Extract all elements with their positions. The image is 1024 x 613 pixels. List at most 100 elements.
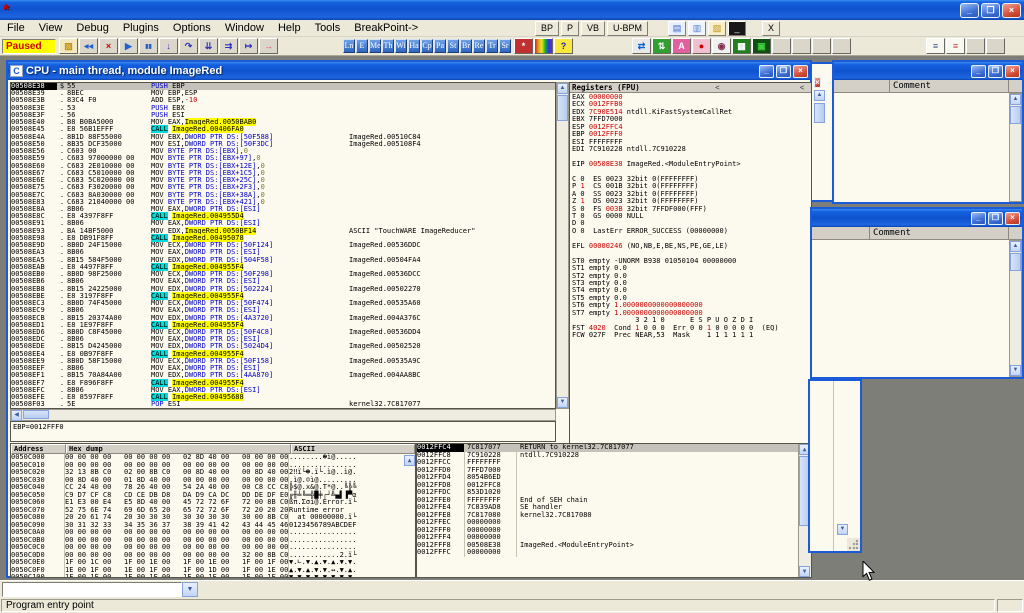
execute-till-return-icon[interactable]: ↦ [239, 38, 258, 54]
disasm-row[interactable]: 00508EE9.8B0D 58F15000MOV ECX,DWORD PTR … [11, 358, 555, 365]
copy-to-executable-icon[interactable]: ▤ [668, 21, 686, 36]
disasm-row[interactable]: 00508E83.C683 21040000 00MOV BYTE PTR DS… [11, 199, 555, 206]
disasm-row[interactable]: 00508ED6.8B0D C8F45000MOV ECX,DWORD PTR … [11, 329, 555, 336]
resize-grip[interactable] [847, 538, 860, 551]
menu-window[interactable]: Window [218, 21, 271, 35]
scroll-up-button[interactable]: ▲ [1010, 94, 1021, 105]
menu-breakpoint[interactable]: BreakPoint-> [347, 21, 425, 35]
goto-address-icon[interactable]: → [259, 38, 278, 54]
menu-help[interactable]: Help [271, 21, 308, 35]
minimize-button[interactable]: _ [971, 212, 986, 225]
run-icon[interactable]: ▶ [119, 38, 138, 54]
disasm-row[interactable]: 00508E9D.8B0D 24F15000MOV ECX,DWORD PTR … [11, 242, 555, 249]
cpu-maximize-button[interactable]: ❐ [776, 65, 791, 78]
scrollbar-thumb[interactable] [814, 103, 825, 123]
rainbow-icon[interactable] [534, 38, 553, 54]
pause-icon[interactable]: ▮▮ [139, 38, 158, 54]
toolbar-button-re[interactable]: Re [473, 39, 485, 53]
side-window-top-titlebar[interactable]: _ ❐ × [834, 62, 1022, 80]
open-file-icon[interactable]: ▨ [59, 38, 78, 54]
scrollbar-thumb[interactable] [557, 95, 568, 121]
menu-plugins[interactable]: Plugins [116, 21, 166, 35]
cpu-minimize-button[interactable]: _ [759, 65, 774, 78]
toolbar-button-sr[interactable]: Sr [499, 39, 511, 53]
register-line[interactable]: EIP 00508E38 ImageRed.<ModuleEntryPoint> [570, 161, 811, 168]
command-dropdown-button[interactable]: ▼ [182, 582, 198, 597]
gear-icon[interactable]: * [514, 38, 533, 54]
toolbar-button-me[interactable]: Me [369, 39, 381, 53]
register-line[interactable]: EFL 00000246 (NO,NB,E,BE,NS,PE,GE,LE) [570, 243, 811, 250]
registers-pane[interactable]: Registers (FPU) < < EAX 00000000ECX 0012… [569, 82, 812, 444]
register-line[interactable]: O 0 LastErr ERROR_SUCCESS (00000000) [570, 228, 811, 235]
scroll-down-button[interactable]: ▼ [837, 524, 848, 535]
column-header-comment[interactable]: Comment [870, 227, 1009, 239]
disasm-row[interactable]: 00508E8C.E8 4397F8FFCALL ImageRed.004955… [11, 213, 555, 220]
registers-next-button[interactable]: < [795, 83, 809, 92]
command-input[interactable] [2, 582, 182, 597]
console-icon[interactable]: _ [728, 21, 746, 36]
toolbar-button-br[interactable]: Br [460, 39, 472, 53]
menu-button-p[interactable]: P [561, 21, 579, 36]
close-program-icon[interactable]: × [99, 38, 118, 54]
toolbar-button-ha[interactable]: Ha [408, 39, 420, 53]
toolbar-button-tr[interactable]: Tr [486, 39, 498, 53]
disassembly-pane[interactable]: 00508E38$55PUSH EBP00508E39.8BECMOV EBP,… [10, 82, 556, 409]
scroll-up-button[interactable]: ▲ [814, 90, 825, 101]
menu-button-vb[interactable]: VB [581, 21, 605, 36]
register-line[interactable]: FCW 027F Prec NEAR,53 Mask 1 1 1 1 1 1 [570, 332, 811, 339]
cpu-titlebar[interactable]: C CPU - main thread, module ImageRed _ ❐… [8, 62, 810, 80]
disassembly-hscrollbar[interactable]: ◀ [10, 409, 556, 421]
open-folder-icon[interactable]: ▨ [708, 21, 726, 36]
maximize-button[interactable]: ❐ [988, 65, 1003, 78]
menu-close-button[interactable]: X [762, 21, 780, 36]
registers-prev-button[interactable]: < [710, 83, 724, 92]
record-icon[interactable]: ● [692, 38, 711, 54]
stack-pane[interactable]: 0012FFC47C817077RETURN to kernel32.7C817… [416, 443, 812, 578]
toolbar-button-th[interactable]: Th [382, 39, 394, 53]
maximize-button[interactable]: ❐ [988, 212, 1003, 225]
disasm-row[interactable]: 00508EFE.E8 8597F8FFCALL ImageRed.004956… [11, 394, 555, 401]
scroll-up-button[interactable]: ▲ [1010, 241, 1021, 252]
step-into-icon[interactable]: ↓ [159, 38, 178, 54]
hidden-window-close-button[interactable]: × [814, 77, 821, 88]
register-line[interactable]: T 0 GS 0000 NULL [570, 213, 811, 220]
toolbar-button-ln[interactable]: Ln [343, 39, 355, 53]
scrollbar-thumb[interactable] [1010, 253, 1021, 271]
patch-file-icon[interactable]: ▥ [688, 21, 706, 36]
scroll-down-button[interactable]: ▼ [1010, 365, 1021, 376]
scroll-down-button[interactable]: ▼ [799, 566, 810, 577]
restart-icon[interactable]: ◀◀ [79, 38, 98, 54]
register-line[interactable]: EDI 7C910228 ntdll.7C910228 [570, 146, 811, 153]
disasm-row[interactable]: 00508E38$55PUSH EBP [11, 83, 555, 90]
question-icon[interactable]: ? [554, 38, 573, 54]
disasm-row[interactable]: 00508E3E.53PUSH EBX [11, 105, 555, 112]
stack-row[interactable]: 0012FFFC00000000 [417, 549, 811, 557]
info-pane[interactable]: EBP=0012FFF0 [10, 421, 556, 442]
close-button[interactable]: × [1002, 3, 1021, 18]
dump-scroll-up-button[interactable]: ▲ [404, 455, 415, 466]
menu-button-bp[interactable]: BP [535, 21, 559, 36]
minimize-button[interactable]: _ [971, 65, 986, 78]
menu-debug[interactable]: Debug [69, 21, 115, 35]
grid-icon[interactable]: ▦ [732, 38, 751, 54]
step-over-icon[interactable]: ↷ [179, 38, 198, 54]
letter-a-icon[interactable]: A [672, 38, 691, 54]
screen-icon[interactable]: ▣ [752, 38, 771, 54]
restore-button[interactable]: ❐ [981, 3, 1000, 18]
disasm-row[interactable]: 00508E3B.83C4 F0ADD ESP,-10 [11, 97, 555, 104]
disasm-row[interactable]: 00508F03.5EPOP ESIkernel32.7C817077 [11, 401, 555, 408]
updown-icon[interactable]: ⇅ [652, 38, 671, 54]
scrollbar-thumb[interactable] [1010, 106, 1021, 124]
main-titlebar[interactable]: * _ ❐ × [0, 0, 1024, 20]
toolbar-button-cp[interactable]: Cp [421, 39, 433, 53]
menu-tools[interactable]: Tools [308, 21, 348, 35]
log-list-icon[interactable]: ≡ [926, 38, 945, 54]
close-button[interactable]: × [1005, 65, 1020, 78]
minimize-button[interactable]: _ [960, 3, 979, 18]
scroll-down-button[interactable]: ▼ [557, 397, 568, 408]
disasm-row[interactable]: 00508EC3.8B0D 74F45000MOV ECX,DWORD PTR … [11, 300, 555, 307]
animate-into-icon[interactable]: ⇊ [199, 38, 218, 54]
toolbar-button-st[interactable]: St [447, 39, 459, 53]
cpu-close-button[interactable]: × [793, 65, 808, 78]
column-header-comment[interactable]: Comment [890, 80, 1009, 92]
